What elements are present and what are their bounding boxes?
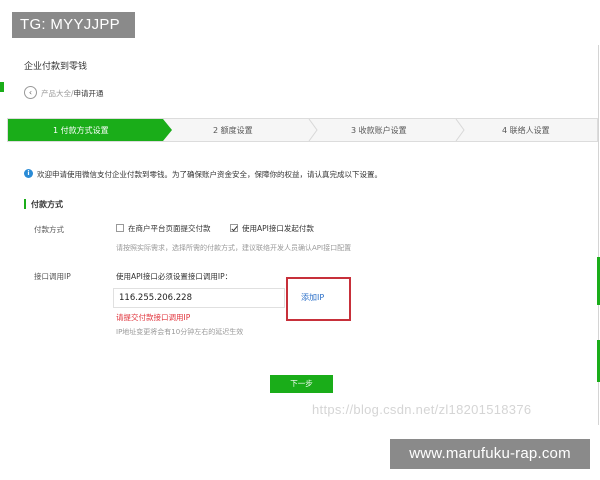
- api-ip-label: 接口调用IP: [34, 272, 71, 281]
- next-step-button[interactable]: 下一步: [270, 375, 333, 393]
- section-title: 付款方式: [31, 200, 63, 209]
- step-separator-icon: [455, 119, 465, 141]
- section-title-bar: [24, 199, 26, 209]
- info-icon: i: [24, 169, 33, 178]
- step-3-label: 3 收款账户设置: [351, 126, 407, 135]
- step-4-label: 4 联络人设置: [502, 126, 550, 135]
- tg-badge: TG: MYYJJPP: [12, 12, 135, 38]
- step-2-label: 2 额度设置: [213, 126, 253, 135]
- page-title: 企业付款到零钱: [24, 62, 88, 72]
- breadcrumb-parent[interactable]: 产品大全: [41, 89, 71, 98]
- ip-delay-hint: IP地址变更将会有10分钟左右的延迟生效: [116, 328, 244, 336]
- step-separator-icon: [308, 119, 318, 141]
- csdn-watermark: https://blog.csdn.net/zl18201518376: [312, 402, 532, 417]
- step-active-arrow: [163, 119, 172, 141]
- payment-method-label: 付款方式: [34, 225, 64, 234]
- site-banner: www.marufuku-rap.com: [390, 439, 590, 469]
- step-1-label: 1 付款方式设置: [53, 126, 109, 135]
- breadcrumb: 产品大全/申请开通: [41, 88, 104, 99]
- option-merchant-platform-checkbox[interactable]: [116, 224, 124, 232]
- add-ip-link[interactable]: 添加IP: [301, 292, 324, 303]
- left-edge-accent: [0, 82, 4, 92]
- payment-method-hint: 请按照实际需求，选择所需的付款方式，建议联络开发人员确认API接口配置: [116, 244, 352, 252]
- api-ip-requirement: 使用API接口必须设置接口调用IP：: [116, 272, 233, 281]
- option-api-label[interactable]: 使用API接口发起付款: [242, 223, 314, 234]
- ip-address-input[interactable]: [113, 288, 285, 308]
- step-progress-bar: 1 付款方式设置 2 额度设置 3 收款账户设置 4 联络人设置: [7, 118, 598, 142]
- back-arrow-icon[interactable]: ‹: [24, 86, 37, 99]
- option-api-checkbox[interactable]: [230, 224, 238, 232]
- ip-error-message: 请提交付款接口调用IP: [116, 313, 191, 322]
- option-merchant-platform-label[interactable]: 在商户平台页面提交付款: [128, 223, 211, 234]
- notice-text: 欢迎申请使用微信支付企业付款到零钱。为了确保账户资金安全，保障你的权益，请认真完…: [37, 170, 382, 179]
- breadcrumb-current: 申请开通: [73, 89, 104, 98]
